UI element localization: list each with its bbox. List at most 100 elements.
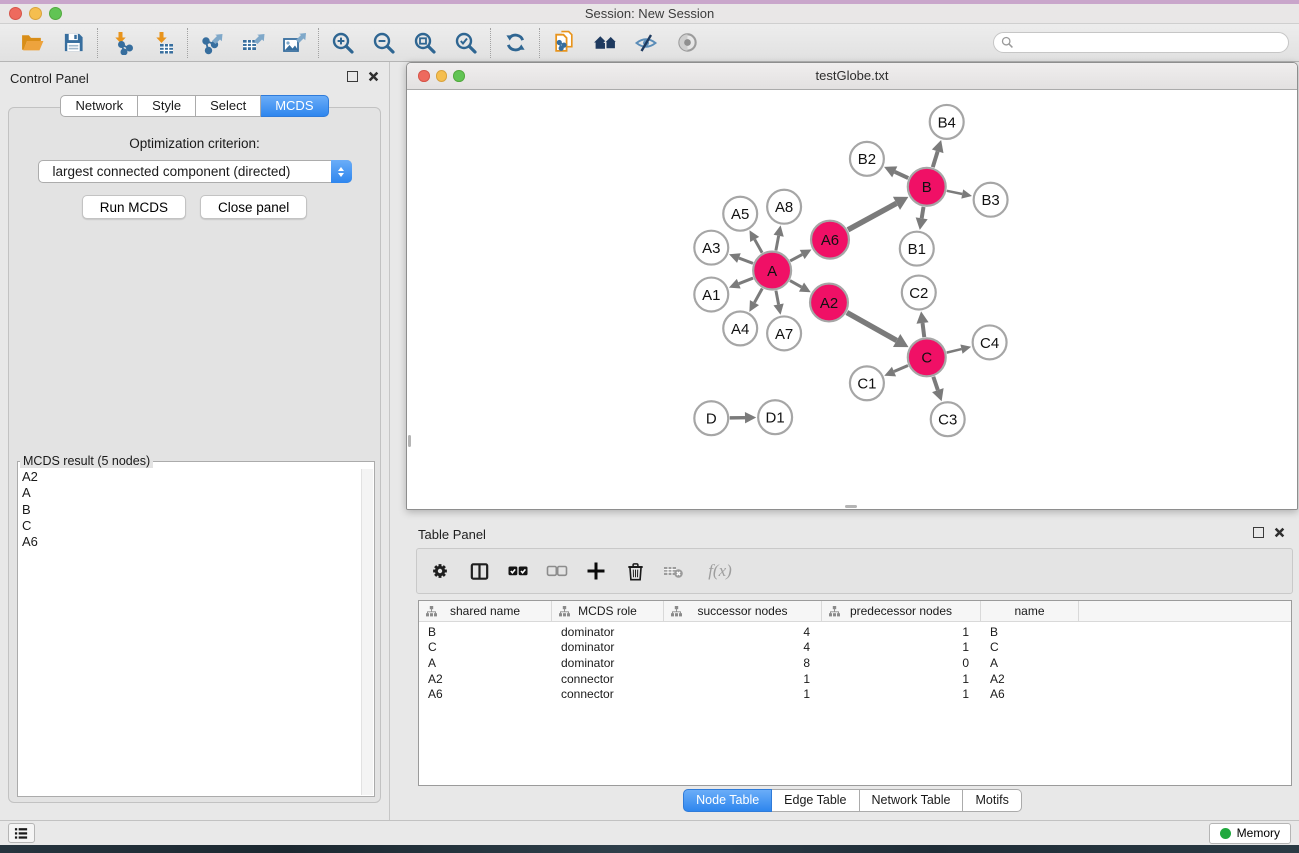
graph-node-C[interactable]: C [908, 338, 946, 376]
graph-node-A2[interactable]: A2 [810, 284, 848, 322]
graph-edge[interactable] [895, 172, 908, 178]
mcds-result-item[interactable]: C [22, 518, 374, 534]
graph-node-A6[interactable]: A6 [811, 221, 849, 259]
zoom-in-button[interactable] [330, 29, 356, 57]
graph-node-A4[interactable]: A4 [723, 311, 757, 345]
table-row[interactable]: Adominator80A [419, 655, 1291, 671]
graph-edge[interactable] [776, 236, 779, 251]
scrollbar[interactable] [408, 435, 411, 447]
scrollbar[interactable] [361, 469, 373, 795]
graph-edge[interactable] [790, 255, 802, 261]
close-panel-icon[interactable] [368, 71, 379, 82]
graph-edge[interactable] [933, 151, 938, 167]
close-panel-button[interactable]: Close panel [200, 195, 307, 219]
function-builder-button[interactable]: f(x) [700, 557, 740, 585]
tab-style[interactable]: Style [138, 95, 196, 117]
graph-node-B3[interactable]: B3 [974, 183, 1008, 217]
tab-network-table[interactable]: Network Table [860, 789, 964, 812]
show-all-button[interactable] [674, 29, 700, 57]
table-row[interactable]: A6connector11A6 [419, 686, 1291, 702]
graph-node-A3[interactable]: A3 [694, 231, 728, 265]
destroy-table-button[interactable] [661, 557, 687, 585]
network-canvas[interactable]: AA1A2A3A4A5A6A7A8BB1B2B3B4CC1C2C3C4DD1 [407, 90, 1297, 509]
graph-node-C2[interactable]: C2 [902, 276, 936, 310]
graph-node-A[interactable]: A [753, 252, 791, 290]
graph-edge[interactable] [754, 288, 762, 302]
criterion-dropdown[interactable]: largest connected component (directed) [38, 160, 352, 183]
search-input[interactable] [1018, 34, 1288, 52]
run-mcds-button[interactable]: Run MCDS [82, 195, 186, 219]
delete-column-button[interactable] [622, 557, 648, 585]
column-header-predecessor-nodes[interactable]: predecessor nodes [822, 601, 981, 621]
search-field[interactable] [993, 32, 1289, 53]
graph-node-C1[interactable]: C1 [850, 366, 884, 400]
mcds-result-item[interactable]: A [22, 485, 374, 501]
refresh-button[interactable] [502, 29, 528, 57]
mcds-result-item[interactable]: B [22, 502, 374, 518]
graph-edge[interactable] [847, 313, 897, 341]
table-row[interactable]: A2connector11A2 [419, 671, 1291, 687]
float-panel-icon[interactable] [1253, 527, 1264, 538]
first-neighbors-button[interactable] [592, 29, 618, 57]
graph-edge[interactable] [933, 377, 938, 390]
mcds-result-item[interactable]: A2 [22, 469, 374, 485]
graph-edge[interactable] [739, 278, 753, 284]
memory-button[interactable]: Memory [1209, 823, 1291, 844]
graph-edge[interactable] [947, 191, 962, 194]
open-button[interactable] [19, 29, 45, 57]
tab-network[interactable]: Network [60, 95, 138, 117]
graph-node-C3[interactable]: C3 [931, 402, 965, 436]
select-all-columns-button[interactable] [505, 557, 531, 585]
close-panel-icon[interactable] [1274, 527, 1285, 538]
graph-node-D1[interactable]: D1 [758, 400, 792, 434]
task-history-button[interactable] [8, 823, 35, 843]
graph-node-A8[interactable]: A8 [767, 190, 801, 224]
tab-motifs[interactable]: Motifs [963, 789, 1021, 812]
mcds-result-item[interactable]: A6 [22, 534, 374, 550]
tab-mcds[interactable]: MCDS [261, 95, 328, 117]
add-column-button[interactable] [583, 557, 609, 585]
graph-edge[interactable] [848, 203, 897, 230]
graph-edge[interactable] [894, 365, 908, 371]
graph-node-B4[interactable]: B4 [930, 105, 964, 139]
zoom-selected-button[interactable] [453, 29, 479, 57]
graph-node-B1[interactable]: B1 [900, 232, 934, 266]
export-network-button[interactable] [199, 29, 225, 57]
export-table-button[interactable] [240, 29, 266, 57]
import-table-button[interactable] [150, 29, 176, 57]
scrollbar[interactable] [845, 505, 857, 508]
network-from-selection-button[interactable] [551, 29, 577, 57]
column-header-successor-nodes[interactable]: successor nodes [664, 601, 822, 621]
graph-node-B[interactable]: B [908, 168, 946, 206]
export-image-button[interactable] [281, 29, 307, 57]
graph-node-A5[interactable]: A5 [723, 197, 757, 231]
tab-node-table[interactable]: Node Table [683, 789, 772, 812]
import-network-button[interactable] [109, 29, 135, 57]
graph-edge[interactable] [922, 207, 924, 218]
network-window-titlebar[interactable]: testGlobe.txt [407, 63, 1297, 90]
graph-edge[interactable] [739, 258, 753, 263]
graph-node-A1[interactable]: A1 [694, 278, 728, 312]
tab-select[interactable]: Select [196, 95, 261, 117]
graph-edge[interactable] [923, 323, 925, 337]
column-header-name[interactable]: name [981, 601, 1079, 621]
hide-selection-button[interactable] [633, 29, 659, 57]
column-header-shared-name[interactable]: shared name [419, 601, 552, 621]
zoom-out-button[interactable] [371, 29, 397, 57]
split-panes-button[interactable] [466, 557, 492, 585]
column-header-MCDS-role[interactable]: MCDS role [552, 601, 664, 621]
graph-node-A7[interactable]: A7 [767, 316, 801, 350]
tab-edge-table[interactable]: Edge Table [772, 789, 859, 812]
float-panel-icon[interactable] [347, 71, 358, 82]
graph-edge[interactable] [947, 349, 962, 353]
graph-node-C4[interactable]: C4 [973, 325, 1007, 359]
zoom-fit-button[interactable] [412, 29, 438, 57]
graph-node-D[interactable]: D [694, 401, 728, 435]
graph-edge[interactable] [790, 281, 802, 287]
graph-edge[interactable] [776, 291, 779, 305]
graph-edge[interactable] [755, 239, 762, 252]
deselect-all-columns-button[interactable] [544, 557, 570, 585]
table-settings-button[interactable] [427, 557, 453, 585]
window-titlebar[interactable]: Session: New Session [0, 0, 1299, 24]
table-row[interactable]: Cdominator41C [419, 640, 1291, 656]
